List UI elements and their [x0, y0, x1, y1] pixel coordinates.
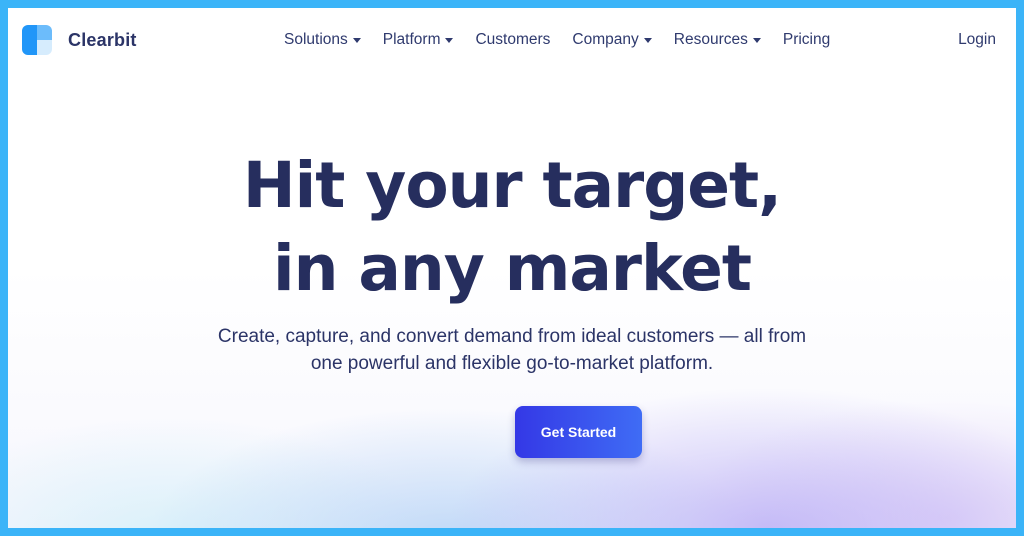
- logo[interactable]: Clearbit: [22, 25, 137, 55]
- hero-headline: Hit your target, in any market: [8, 144, 1016, 310]
- nav-item-solutions[interactable]: Solutions: [284, 31, 361, 49]
- headline-line-2: in any market: [272, 232, 752, 305]
- subline-line-1: Create, capture, and convert demand from…: [217, 326, 807, 347]
- caret-down-icon: [352, 37, 361, 43]
- clearbit-logo-icon: [22, 25, 52, 55]
- hero-subheadline: Create, capture, and convert demand from…: [8, 323, 1016, 377]
- get-started-button[interactable]: Get Started: [515, 406, 642, 458]
- nav-item-customers[interactable]: Customers: [475, 31, 550, 49]
- nav-item-resources[interactable]: Resources: [674, 31, 761, 49]
- nav-item-label: Company: [572, 31, 639, 48]
- nav-item-label: Solutions: [284, 31, 348, 48]
- page: Clearbit Solutions Platform Customers Co…: [8, 8, 1016, 528]
- nav-item-label: Platform: [382, 31, 441, 48]
- nav-item-label: Resources: [673, 31, 748, 48]
- brand-name: Clearbit: [68, 29, 137, 50]
- nav-item-pricing[interactable]: Pricing: [783, 31, 830, 49]
- nav-item-company[interactable]: Company: [572, 31, 652, 49]
- login-link[interactable]: Login: [958, 31, 996, 49]
- top-nav: Clearbit Solutions Platform Customers Co…: [8, 8, 1016, 74]
- caret-down-icon: [752, 37, 761, 43]
- subline-line-2: one powerful and flexible go-to-market p…: [310, 353, 714, 374]
- nav-item-label: Pricing: [782, 31, 831, 48]
- headline-line-1: Hit your target,: [242, 149, 782, 222]
- caret-down-icon: [643, 37, 652, 43]
- nav-item-label: Customers: [475, 31, 551, 48]
- nav-menu: Solutions Platform Customers Company Res…: [284, 31, 852, 49]
- caret-down-icon: [445, 37, 454, 43]
- nav-item-platform[interactable]: Platform: [383, 31, 454, 49]
